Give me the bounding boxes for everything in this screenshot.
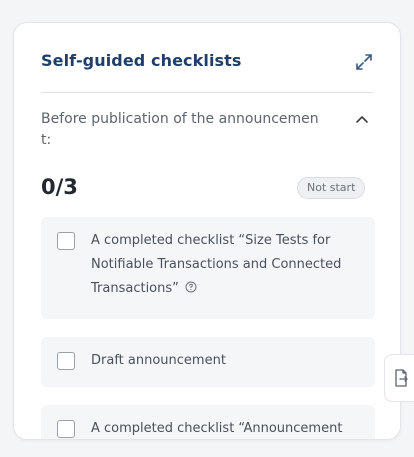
- expand-diagonal-icon[interactable]: [353, 51, 375, 73]
- document-export-icon: [395, 369, 408, 387]
- self-guided-checklists-panel: Self-guided checklists Before publicatio…: [13, 22, 401, 440]
- checkbox[interactable]: [57, 352, 75, 370]
- checkbox[interactable]: [57, 420, 75, 438]
- side-tab-button[interactable]: [384, 354, 414, 402]
- panel-title: Self-guided checklists: [41, 51, 242, 70]
- progress-count: 0/3: [41, 175, 78, 199]
- checklist-item-label: Draft announcement: [91, 353, 226, 368]
- status-badge: Not start: [297, 177, 366, 199]
- chevron-up-icon[interactable]: [354, 112, 370, 128]
- checklist-item[interactable]: Draft announcement: [41, 337, 375, 387]
- checklist-item[interactable]: A completed checklist “Announcement: [41, 405, 375, 439]
- checklist-item-label: A completed checklist “Size Tests for No…: [91, 229, 367, 301]
- checklist-item[interactable]: A completed checklist “Size Tests for No…: [41, 217, 375, 319]
- divider: [41, 92, 373, 93]
- checklist-item-label: A completed checklist “Announcement: [91, 421, 343, 436]
- section-title[interactable]: Before publication of the announcemen t:: [41, 109, 331, 151]
- checkbox[interactable]: [57, 232, 75, 250]
- help-circle-icon[interactable]: [185, 278, 197, 293]
- checklist-item-text: A completed checklist “Size Tests for No…: [91, 233, 342, 296]
